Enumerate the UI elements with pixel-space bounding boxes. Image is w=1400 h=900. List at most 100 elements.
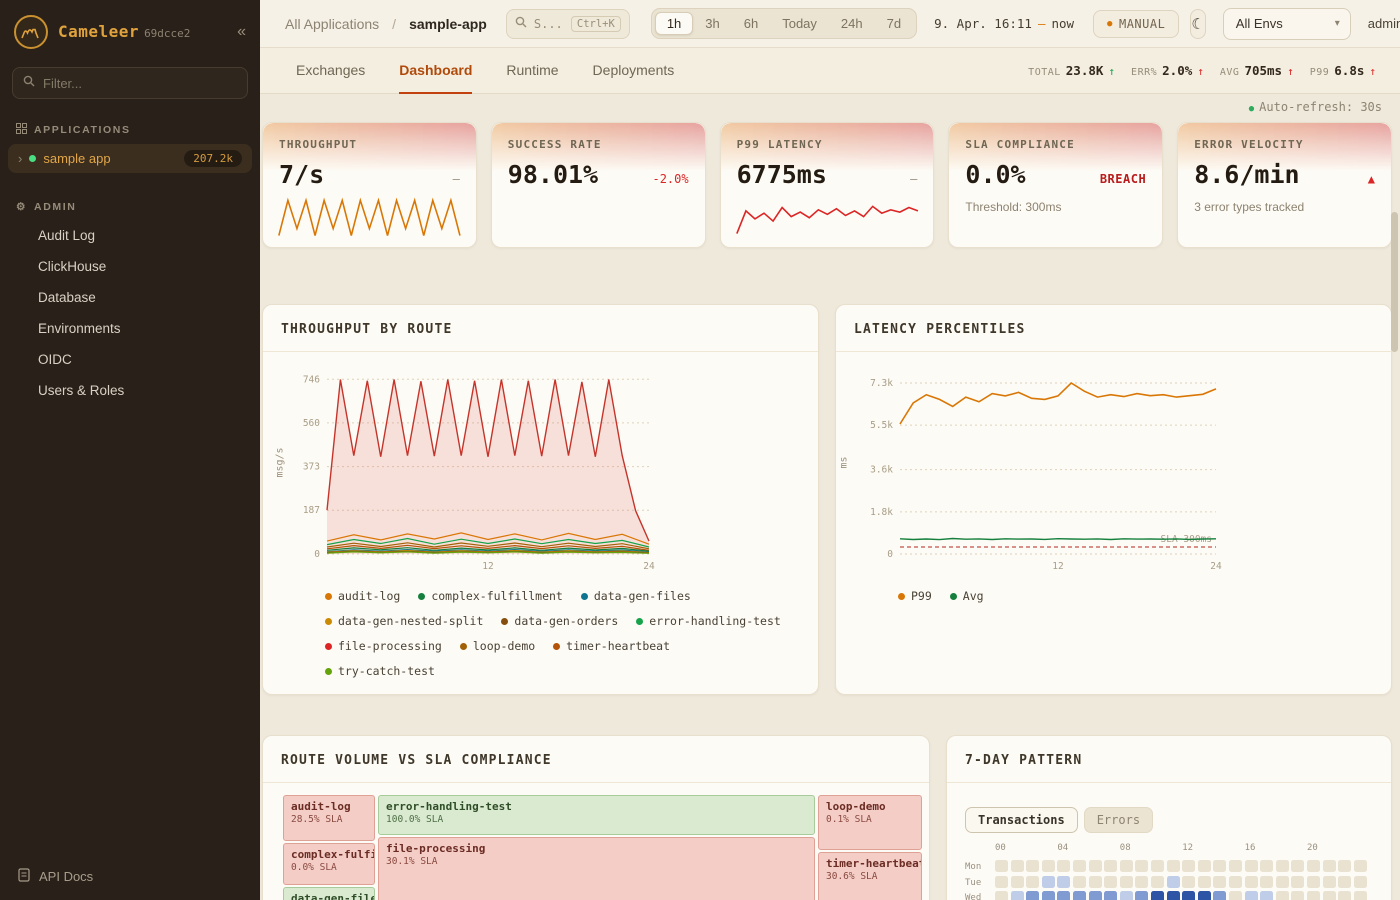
heatmap-cell[interactable]: [1089, 876, 1102, 888]
heatmap-cell[interactable]: [1291, 860, 1304, 872]
heatmap-cell[interactable]: [1338, 860, 1351, 872]
heatmap-cell[interactable]: [1229, 860, 1242, 872]
heatmap-cell[interactable]: [1011, 876, 1024, 888]
treemap-tile-error-handling-test[interactable]: error-handling-test100.0% SLA: [378, 795, 815, 835]
heatmap-cell[interactable]: [1323, 860, 1336, 872]
heatmap-cell[interactable]: [1307, 891, 1320, 900]
heatmap-cell[interactable]: [1260, 891, 1273, 900]
heatmap-cell[interactable]: [1338, 876, 1351, 888]
heatmap-cell[interactable]: [1338, 891, 1351, 900]
legend-item[interactable]: timer-heartbeat: [553, 639, 670, 653]
heatmap-cell[interactable]: [1213, 860, 1226, 872]
heatmap-cell[interactable]: [1120, 891, 1133, 900]
heatmap-cell[interactable]: [1229, 891, 1242, 900]
sidebar-collapse-button[interactable]: «: [237, 23, 246, 41]
heatmap-cell[interactable]: [1260, 876, 1273, 888]
api-docs-link[interactable]: API Docs: [0, 853, 260, 900]
sidebar-item-database[interactable]: Database: [0, 282, 260, 313]
heatmap-cell[interactable]: [1073, 891, 1086, 900]
tab-dashboard[interactable]: Dashboard: [399, 48, 472, 94]
heatmap-cell[interactable]: [1182, 891, 1195, 900]
heatmap-cell[interactable]: [1151, 860, 1164, 872]
heatmap-cell[interactable]: [1260, 860, 1273, 872]
heatmap-cell[interactable]: [1245, 891, 1258, 900]
heatmap-cell[interactable]: [1042, 891, 1055, 900]
heatmap-cell[interactable]: [1026, 876, 1039, 888]
tab-runtime[interactable]: Runtime: [506, 48, 558, 94]
sidebar-item-audit-log[interactable]: Audit Log: [0, 220, 260, 251]
sidebar-item-sample-app[interactable]: › sample app 207.2k: [8, 144, 252, 173]
heatmap-cell[interactable]: [1167, 891, 1180, 900]
date-range[interactable]: 9. Apr. 16:11 — now: [934, 16, 1074, 31]
legend-item[interactable]: audit-log: [325, 589, 400, 603]
heatmap-cell[interactable]: [1182, 860, 1195, 872]
heatmap-cell[interactable]: [1104, 891, 1117, 900]
heatmap-cell[interactable]: [1026, 891, 1039, 900]
legend-item[interactable]: complex-fulfillment: [418, 589, 563, 603]
heatmap-cell[interactable]: [1354, 891, 1367, 900]
breadcrumb-root[interactable]: All Applications: [285, 16, 379, 32]
heatmap-cell[interactable]: [995, 891, 1008, 900]
chevron-right-icon[interactable]: ›: [18, 151, 22, 166]
heatmap-cell[interactable]: [1151, 891, 1164, 900]
heatmap-cell[interactable]: [1276, 876, 1289, 888]
treemap-tile-timer-heartbeat[interactable]: timer-heartbeat30.6% SLA: [818, 852, 922, 900]
filter-input[interactable]: [43, 76, 237, 91]
heatmap-cell[interactable]: [1135, 891, 1148, 900]
tab-deployments[interactable]: Deployments: [593, 48, 675, 94]
heatmap-cell[interactable]: [1354, 876, 1367, 888]
sidebar-item-users-roles[interactable]: Users & Roles: [0, 375, 260, 406]
sidebar-item-clickhouse[interactable]: ClickHouse: [0, 251, 260, 282]
heatmap-cell[interactable]: [1057, 876, 1070, 888]
heatmap-cell[interactable]: [1151, 876, 1164, 888]
heatmap-cell[interactable]: [1057, 891, 1070, 900]
heatmap-cell[interactable]: [1213, 891, 1226, 900]
heatmap-cell[interactable]: [1213, 876, 1226, 888]
heatmap-cell[interactable]: [1182, 876, 1195, 888]
heatmap-cell[interactable]: [1073, 860, 1086, 872]
legend-item[interactable]: data-gen-orders: [501, 614, 618, 628]
sidebar-item-environments[interactable]: Environments: [0, 313, 260, 344]
heatmap-cell[interactable]: [1135, 876, 1148, 888]
heatmap-cell[interactable]: [995, 876, 1008, 888]
legend-item[interactable]: P99: [898, 589, 932, 603]
heatmap-cell[interactable]: [1104, 860, 1117, 872]
heatmap-cell[interactable]: [1011, 891, 1024, 900]
heatmap-cell[interactable]: [1167, 876, 1180, 888]
theme-toggle-button[interactable]: ☾: [1190, 9, 1205, 39]
sidebar-filter[interactable]: [12, 67, 248, 99]
heatmap-cell[interactable]: [1291, 891, 1304, 900]
legend-item[interactable]: error-handling-test: [636, 614, 781, 628]
user-name[interactable]: admin: [1368, 16, 1400, 31]
heatmap-cell[interactable]: [1135, 860, 1148, 872]
manual-mode-button[interactable]: ● MANUAL: [1093, 10, 1179, 38]
legend-item[interactable]: data-gen-nested-split: [325, 614, 483, 628]
heatmap-cell[interactable]: [1307, 876, 1320, 888]
heatmap-cell[interactable]: [1198, 891, 1211, 900]
heatmap-cell[interactable]: [1042, 876, 1055, 888]
heatmap-cell[interactable]: [1291, 876, 1304, 888]
treemap-tile-audit-log[interactable]: audit-log28.5% SLA: [283, 795, 375, 841]
heatmap-cell[interactable]: [995, 860, 1008, 872]
heatmap-cell[interactable]: [1057, 860, 1070, 872]
treemap-tile-loop-demo[interactable]: loop-demo0.1% SLA: [818, 795, 922, 850]
legend-item[interactable]: loop-demo: [460, 639, 535, 653]
time-range-1h[interactable]: 1h: [655, 12, 693, 35]
treemap-tile-data-gen-files[interactable]: data-gen-files100.0% SLA: [283, 887, 375, 900]
heatmap-cell[interactable]: [1229, 876, 1242, 888]
legend-item[interactable]: data-gen-files: [581, 589, 691, 603]
scrollbar-thumb[interactable]: [1391, 212, 1398, 352]
tab-exchanges[interactable]: Exchanges: [296, 48, 365, 94]
global-search[interactable]: Ctrl+K: [506, 9, 630, 39]
time-range-today[interactable]: Today: [770, 12, 829, 35]
heatmap-cell[interactable]: [1307, 860, 1320, 872]
heatmap-cell[interactable]: [1276, 891, 1289, 900]
heatmap-cell[interactable]: [1026, 860, 1039, 872]
heatmap-cell[interactable]: [1011, 860, 1024, 872]
legend-item[interactable]: try-catch-test: [325, 664, 435, 678]
heatmap-cell[interactable]: [1276, 860, 1289, 872]
heatmap-cell[interactable]: [1354, 860, 1367, 872]
sidebar-item-oidc[interactable]: OIDC: [0, 344, 260, 375]
heatmap-cell[interactable]: [1198, 876, 1211, 888]
time-range-7d[interactable]: 7d: [875, 12, 913, 35]
